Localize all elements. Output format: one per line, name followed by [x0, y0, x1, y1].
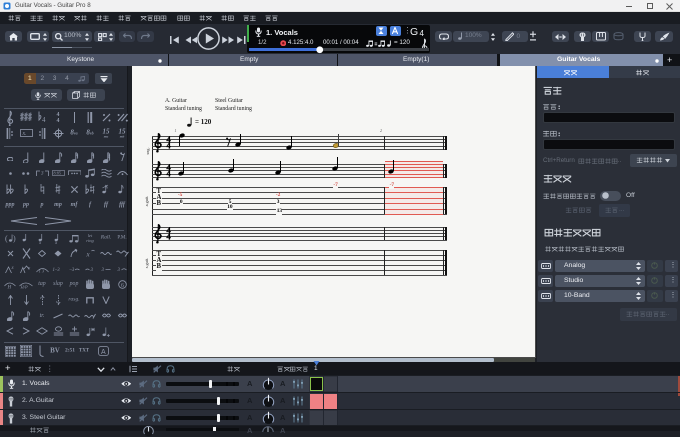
svg-text:x: x: [27, 266, 31, 271]
svg-text:): ): [13, 234, 16, 243]
svg-text:x: x: [54, 241, 58, 244]
svg-text:8:85: 8:85: [53, 171, 60, 176]
svg-text:1–3: 1–3: [52, 268, 60, 272]
svg-text:H: H: [7, 286, 12, 290]
svg-text:x: x: [86, 250, 91, 258]
svg-text:6: 6: [121, 283, 124, 289]
svg-text:1 3: 1 3: [38, 268, 44, 273]
svg-text:': ': [23, 241, 25, 244]
svg-text:x.: x.: [21, 131, 26, 137]
svg-text:x: x: [38, 241, 42, 244]
svg-text:H/P: H/P: [20, 285, 29, 290]
svg-text:4: 4: [42, 116, 46, 123]
svg-text:3: 3: [102, 268, 105, 272]
svg-text:–3: –3: [69, 268, 75, 272]
svg-text:A: A: [101, 349, 106, 356]
svg-text:(: (: [5, 234, 8, 243]
svg-text:3: 3: [41, 171, 44, 176]
svg-text:x: x: [10, 266, 14, 271]
svg-text:3: 3: [90, 268, 93, 272]
svg-text:3: 3: [118, 268, 121, 272]
